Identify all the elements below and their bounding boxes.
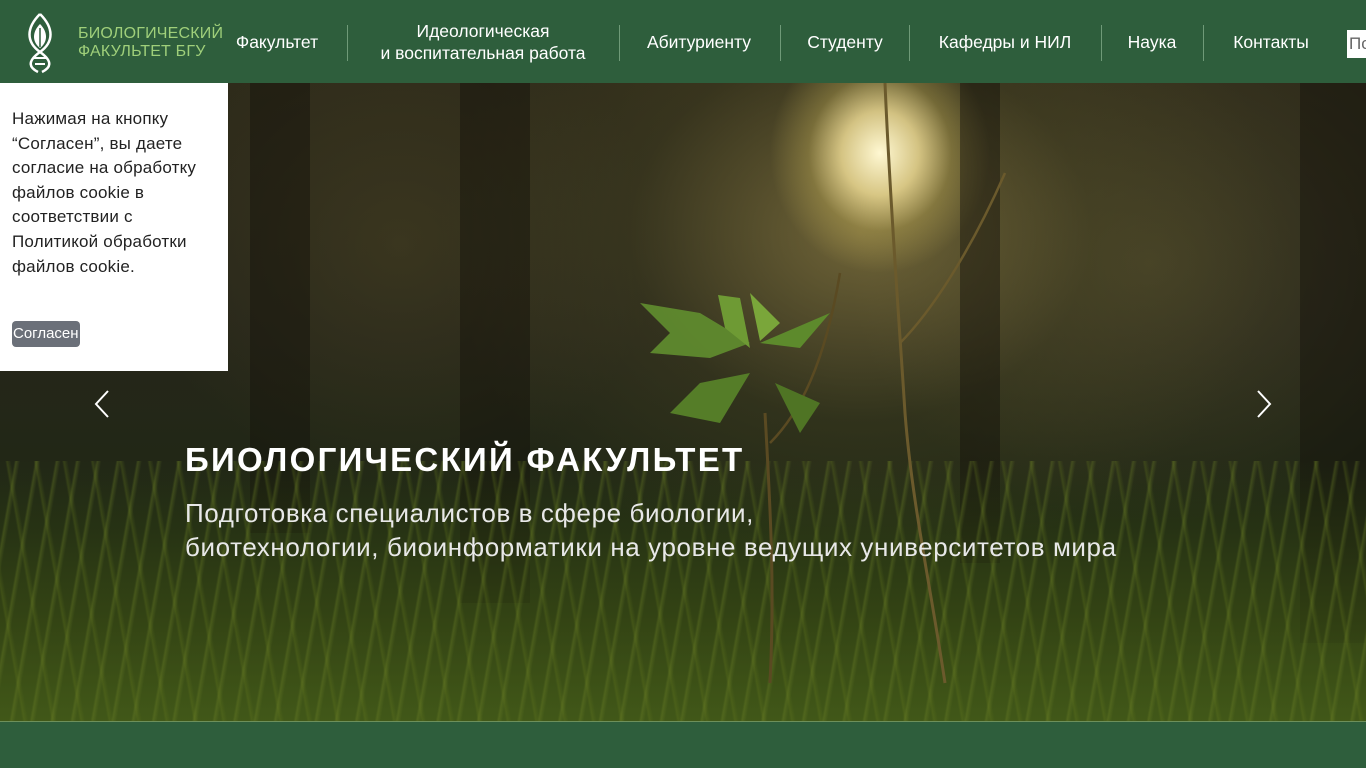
- sapling-illustration: [640, 83, 1007, 684]
- nav-item-faculty[interactable]: Факультет: [231, 0, 323, 83]
- nav-separator: [619, 25, 620, 61]
- cookie-consent-panel: Нажимая на кнопку “Согласен”, вы даете с…: [0, 83, 228, 371]
- nav-item-students[interactable]: Студенту: [803, 0, 887, 83]
- bottom-bar: [0, 721, 1366, 768]
- hero-title: БИОЛОГИЧЕСКИЙ ФАКУЛЬТЕТ: [185, 441, 745, 478]
- nav-item-ideology-line-2: и воспитательная работа: [380, 42, 586, 63]
- nav-item-science[interactable]: Наука: [1124, 0, 1180, 83]
- nav-separator: [1203, 25, 1204, 61]
- site-logo-text[interactable]: БИОЛОГИЧЕСКИЙ ФАКУЛЬТЕТ БГУ: [78, 25, 223, 61]
- hero-subtitle-line-1: Подготовка специалистов в сфере биологии…: [185, 498, 754, 528]
- nav-item-contacts[interactable]: Контакты: [1226, 0, 1316, 83]
- cookie-accept-button[interactable]: Согласен: [12, 321, 80, 347]
- nav-separator: [780, 25, 781, 61]
- logo-line-1: БИОЛОГИЧЕСКИЙ: [78, 25, 224, 42]
- nav-item-ideology-line-1: Идеологическая: [416, 20, 550, 41]
- nav-item-ideology[interactable]: Идеологическая и воспитательная работа: [368, 0, 598, 83]
- nav-separator: [1101, 25, 1102, 61]
- chevron-left-icon[interactable]: [90, 388, 114, 420]
- nav-item-applicants[interactable]: Абитуриенту: [642, 0, 756, 83]
- cookie-consent-text: Нажимая на кнопку “Согласен”, вы даете с…: [12, 109, 197, 276]
- site-header: БИОЛОГИЧЕСКИЙ ФАКУЛЬТЕТ БГУ Факультет Ид…: [0, 0, 1366, 83]
- hero-subtitle-line-2: биотехнологии, биоинформатики на уровне …: [185, 532, 1117, 562]
- nav-separator: [909, 25, 910, 61]
- hero-subtitle: Подготовка специалистов в сфере биологии…: [185, 496, 1117, 564]
- search-input[interactable]: По: [1347, 30, 1366, 58]
- logo-line-2: ФАКУЛЬТЕТ БГУ: [78, 43, 206, 60]
- chevron-right-icon[interactable]: [1252, 388, 1276, 420]
- nav-item-departments[interactable]: Кафедры и НИЛ: [932, 0, 1078, 83]
- nav-separator: [347, 25, 348, 61]
- dna-logo-icon[interactable]: [20, 12, 60, 74]
